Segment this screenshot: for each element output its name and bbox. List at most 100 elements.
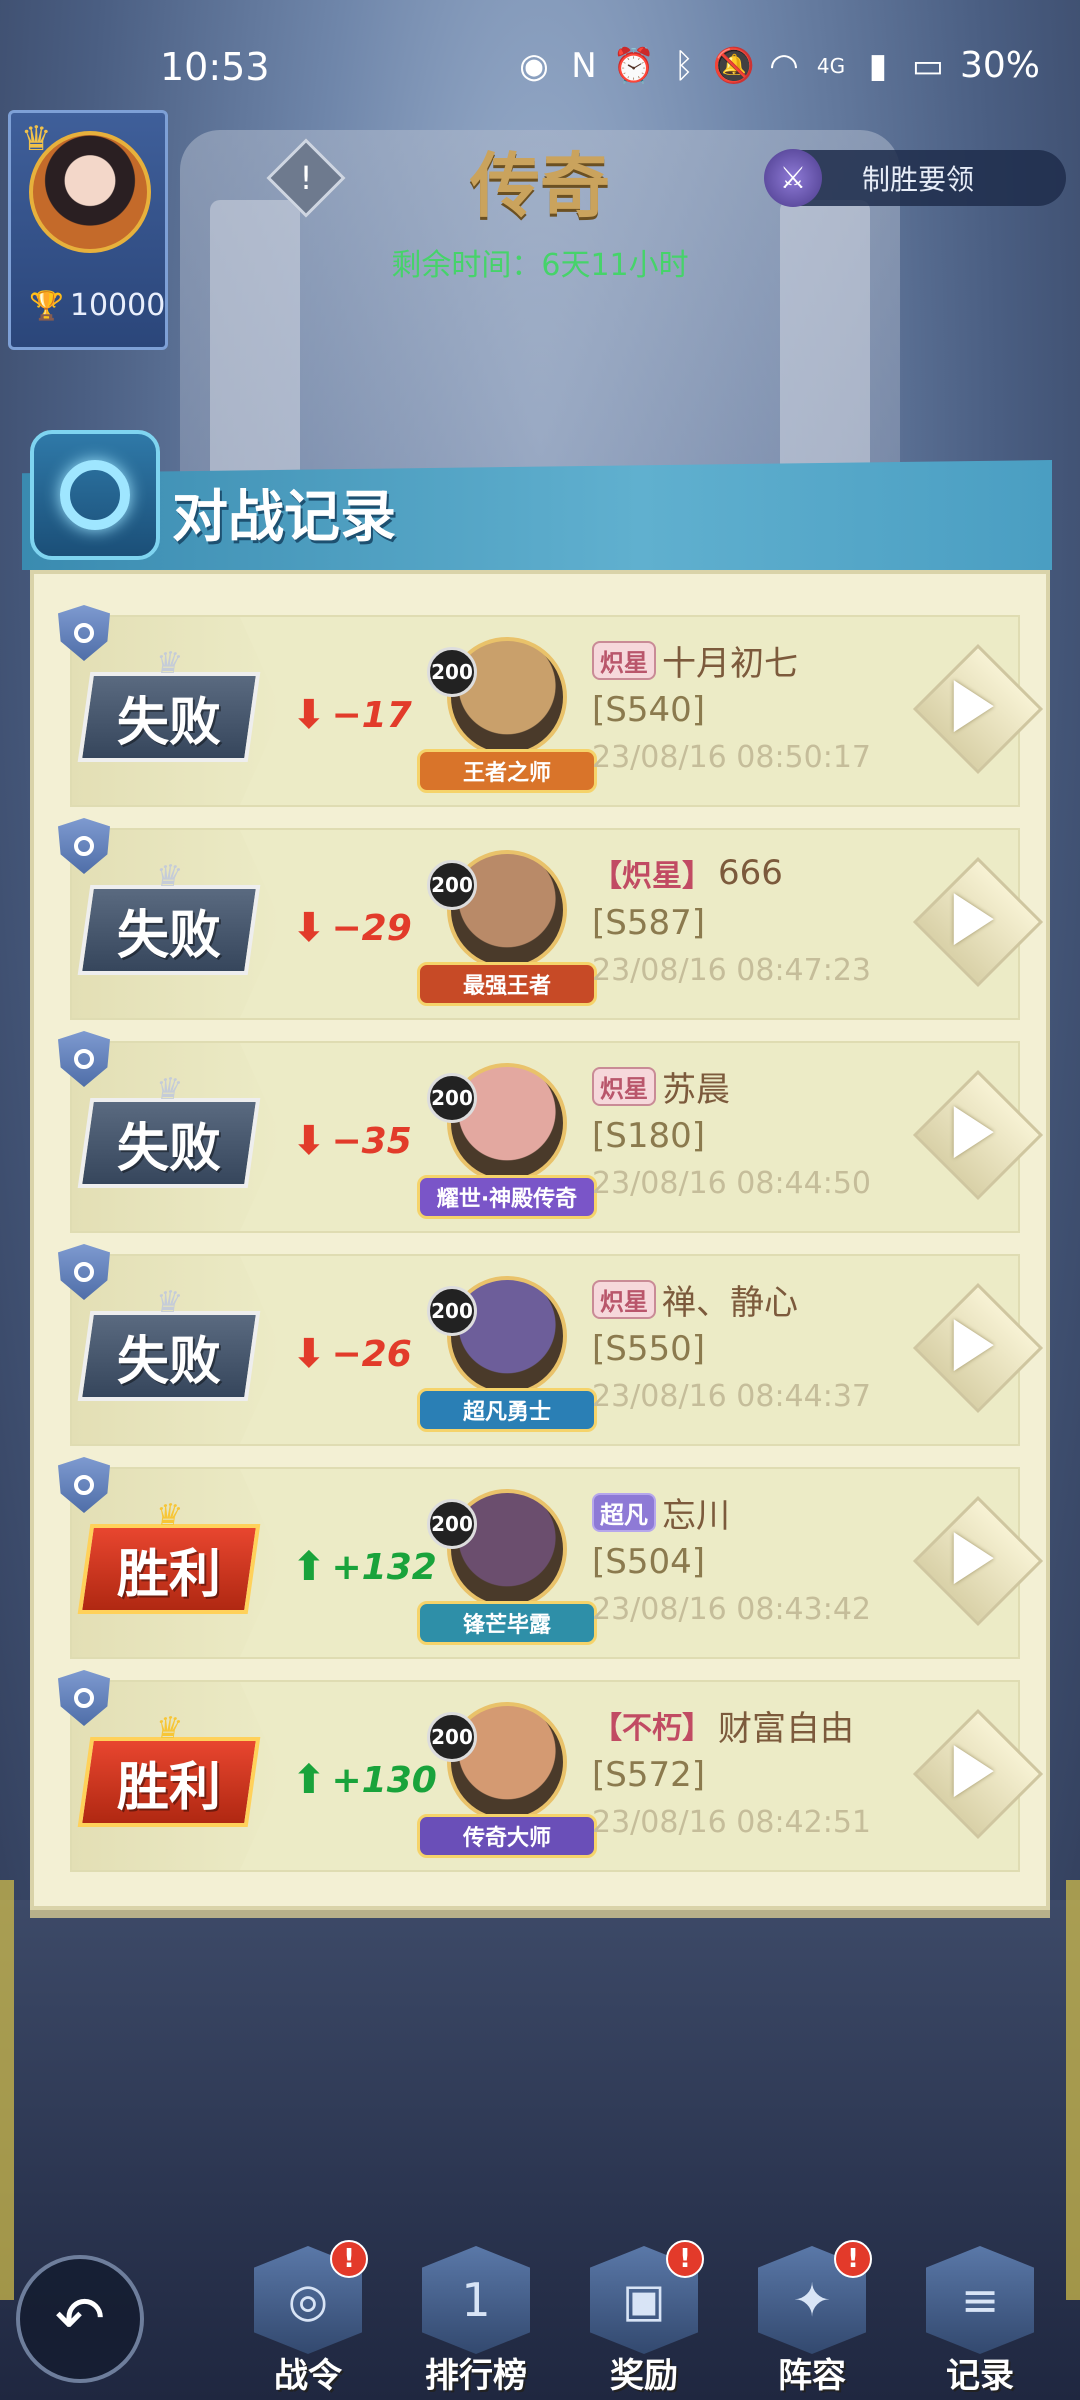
hero-level-badge: 200 [427, 1286, 477, 1336]
record-row[interactable]: ♛ 失败 ⬇ −29 200 最强王者 【炽星】 666 [S587] 23/0… [58, 818, 1044, 1020]
record-row[interactable]: ♛ 失败 ⬇ −17 200 王者之师 炽星 十月初七 [S540] 23/08… [58, 605, 1044, 807]
record-row[interactable]: ♛ 胜利 ⬆ +132 200 锋芒毕露 超凡 忘川 [S504] 23/08/… [58, 1457, 1044, 1659]
arrow-up-icon: ⬆ [292, 1757, 326, 1803]
player-profile[interactable]: ♛ 🏆 10000 [8, 110, 168, 350]
tips-label: 制胜要领 [862, 163, 975, 196]
match-datetime: 23/08/16 08:43:42 [592, 1592, 872, 1627]
crown-icon: ♛ [153, 1285, 185, 1320]
page-title: 传奇 [470, 144, 610, 227]
hero-level-badge: 200 [427, 647, 477, 697]
wifi-icon: ◠ [769, 45, 799, 86]
background-floor [0, 1900, 1080, 2400]
battery-percent: 30% [959, 45, 1040, 86]
back-button[interactable]: ↶ [16, 2255, 144, 2383]
rank-tag: 炽星 [592, 640, 656, 680]
hero-avatar[interactable]: 200 锋芒毕露 [417, 1481, 597, 1651]
notification-badge: ! [834, 2240, 872, 2278]
nav-item[interactable]: ≡ 记录 [920, 2240, 1040, 2400]
rank-tag: 炽星 [592, 1279, 656, 1319]
hero-title: 王者之师 [417, 749, 597, 793]
match-datetime: 23/08/16 08:47:23 [592, 953, 872, 988]
hero-title: 传奇大师 [417, 1814, 597, 1858]
delta-value: −26 [331, 1333, 412, 1375]
nav-item[interactable]: ◎ ! 战令 [248, 2240, 368, 2400]
server-id: [S587] [592, 903, 706, 943]
result-badge: ♛ 胜利 [77, 1498, 261, 1614]
hero-title: 锋芒毕露 [417, 1601, 597, 1645]
nav-item[interactable]: 1 排行榜 [416, 2240, 536, 2400]
server-id: [S504] [592, 1542, 706, 1582]
record-row[interactable]: ♛ 失败 ⬇ −35 200 耀世·神殿传奇 炽星 苏晨 [S180] 23/0… [58, 1031, 1044, 1233]
eye-icon: ◉ [519, 45, 549, 86]
result-badge: ♛ 失败 [77, 646, 261, 762]
match-datetime: 23/08/16 08:42:51 [592, 1805, 872, 1840]
crown-icon: ♛ [153, 1498, 185, 1533]
nav-label: 排行榜 [425, 2356, 527, 2396]
score-delta: ⬇ −29 [292, 905, 412, 951]
notification-badge: ! [330, 2240, 368, 2278]
player-name: 666 [718, 853, 783, 893]
play-icon [953, 680, 994, 733]
player-name: 忘川 [662, 1495, 730, 1536]
record-row[interactable]: ♛ 胜利 ⬆ +130 200 传奇大师 【不朽】 财富自由 [S572] 23… [58, 1670, 1044, 1872]
nav-item[interactable]: ▣ ! 奖励 [584, 2240, 704, 2400]
signal-icon: ▮ [868, 45, 888, 86]
server-id: [S572] [592, 1755, 706, 1795]
arrow-down-icon: ⬇ [292, 905, 326, 951]
hero-avatar[interactable]: 200 传奇大师 [417, 1694, 597, 1864]
alarm-icon: ⏰ [612, 45, 656, 86]
arrow-down-icon: ⬇ [292, 1331, 326, 1377]
hero-title: 耀世·神殿传奇 [417, 1175, 597, 1219]
hero-avatar[interactable]: 200 最强王者 [417, 842, 597, 1012]
delta-value: −35 [331, 1120, 412, 1162]
hero-level-badge: 200 [427, 860, 477, 910]
bluetooth-icon: ᛒ [673, 45, 695, 86]
player-info: 炽星 苏晨 [S180] 23/08/16 08:44:50 [592, 1061, 932, 1207]
battery-icon: ▭ [911, 45, 945, 86]
player-info: 超凡 忘川 [S504] 23/08/16 08:43:42 [592, 1487, 932, 1633]
score-delta: ⬆ +132 [292, 1544, 437, 1590]
result-label: 失败 [116, 692, 221, 753]
match-datetime: 23/08/16 08:44:37 [592, 1379, 872, 1414]
score-delta: ⬇ −17 [292, 692, 412, 738]
hero-title: 最强王者 [417, 962, 597, 1006]
hero-avatar[interactable]: 200 超凡勇士 [417, 1268, 597, 1438]
hero-level-badge: 200 [427, 1712, 477, 1762]
tips-button[interactable]: ⚔ 制胜要领 [764, 149, 1066, 207]
result-badge: ♛ 胜利 [77, 1711, 261, 1827]
match-datetime: 23/08/16 08:44:50 [592, 1166, 872, 1201]
player-info: 炽星 十月初七 [S540] 23/08/16 08:50:17 [592, 635, 932, 781]
rank-tag: 炽星 [592, 1066, 656, 1106]
play-icon [953, 1106, 994, 1159]
delta-value: +130 [331, 1759, 437, 1801]
result-label: 胜利 [116, 1544, 221, 1605]
delta-value: +132 [331, 1546, 437, 1588]
status-time: 10:53 [160, 45, 270, 89]
play-icon [953, 1532, 994, 1585]
hero-title: 超凡勇士 [417, 1388, 597, 1432]
nav-item[interactable]: ✦ ! 阵容 [752, 2240, 872, 2400]
mute-icon: 🔕 [712, 45, 756, 86]
player-name: 苏晨 [662, 1069, 730, 1110]
score-value: 10000 [69, 288, 166, 323]
nav-label: 战令 [274, 2356, 342, 2396]
player-name: 十月初七 [662, 643, 798, 684]
rank-tag: 超凡 [592, 1492, 656, 1532]
hero-avatar[interactable]: 200 王者之师 [417, 629, 597, 799]
server-id: [S180] [592, 1116, 706, 1156]
score-delta: ⬇ −26 [292, 1331, 412, 1377]
server-id: [S550] [592, 1329, 706, 1369]
leaderboard-icon: 1 [422, 2246, 530, 2354]
record-row[interactable]: ♛ 失败 ⬇ −26 200 超凡勇士 炽星 禅、静心 [S550] 23/08… [58, 1244, 1044, 1446]
hero-avatar[interactable]: 200 耀世·神殿传奇 [417, 1055, 597, 1225]
player-info: 炽星 禅、静心 [S550] 23/08/16 08:44:37 [592, 1274, 932, 1420]
result-badge: ♛ 失败 [77, 1285, 261, 1401]
network-type: 4G [816, 53, 846, 78]
background-stripe-left [0, 1880, 14, 2300]
arrow-up-icon: ⬆ [292, 1544, 326, 1590]
trophy-icon: 🏆 [29, 289, 64, 322]
nav-label: 记录 [946, 2356, 1014, 2396]
result-badge: ♛ 失败 [77, 859, 261, 975]
remaining-time: 剩余时间：6天11小时 [391, 248, 689, 283]
profile-score: 🏆 10000 [29, 288, 165, 323]
